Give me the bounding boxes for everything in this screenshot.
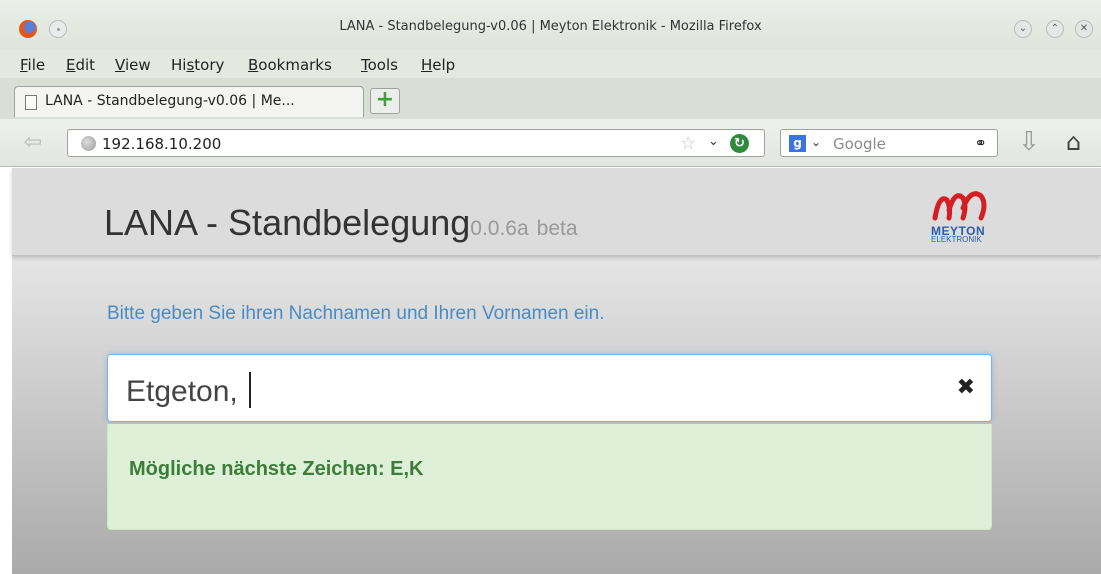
url-text[interactable]: 192.168.10.200 — [102, 135, 221, 153]
menu-edit[interactable]: Edit — [66, 56, 95, 74]
beta-label: beta — [536, 217, 578, 240]
url-dropdown-icon[interactable]: ⌄ — [708, 134, 719, 149]
text-caret — [249, 372, 252, 408]
home-icon[interactable]: ⌂ — [1066, 127, 1081, 157]
page-content: LANA - Standbelegung0.0.6a beta MEYTON EL… — [12, 168, 1101, 574]
download-icon[interactable]: ⇩ — [1018, 127, 1040, 157]
tab-lana[interactable]: LANA - Standbelegung-v0.06 | Me... — [14, 86, 364, 117]
close-icon[interactable]: ✕ — [1075, 20, 1093, 38]
minimize-icon[interactable]: ⌄ — [1014, 20, 1032, 38]
page-icon — [25, 95, 37, 110]
search-placeholder[interactable]: Google — [833, 135, 886, 153]
window-title: LANA - Standbelegung-v0.06 | Meyton Elek… — [339, 19, 762, 34]
tab-label: LANA - Standbelegung-v0.06 | Me... — [45, 93, 295, 109]
binoculars-icon[interactable]: ⚭ — [974, 134, 987, 152]
bookmark-star-icon[interactable]: ☆ — [680, 133, 696, 154]
name-prompt: Bitte geben Sie ihren Nachnamen und Ihre… — [107, 303, 605, 324]
window-titlebar: LANA - Standbelegung-v0.06 | Meyton Elek… — [0, 0, 1101, 50]
meyton-logo: MEYTON ELEKTRONIK — [929, 184, 999, 246]
tab-strip: LANA - Standbelegung-v0.06 | Me... + — [0, 78, 1101, 119]
maximize-icon[interactable]: ⌃ — [1046, 20, 1064, 38]
name-input[interactable]: Etgeton, ✖ — [107, 354, 992, 422]
meyton-m-icon — [932, 191, 987, 221]
menu-help[interactable]: Help — [421, 56, 455, 74]
next-chars-hint: Mögliche nächste Zeichen: E,K — [107, 424, 992, 530]
reload-icon[interactable]: ↻ — [730, 134, 749, 153]
hint-text: Mögliche nächste Zeichen: E,K — [129, 458, 424, 480]
page-header: LANA - Standbelegung0.0.6a beta MEYTON EL… — [12, 168, 1101, 256]
menu-history[interactable]: History — [171, 56, 224, 74]
logo-subname: ELEKTRONIK — [931, 235, 982, 244]
globe-icon — [81, 136, 96, 151]
google-icon[interactable]: g — [789, 135, 806, 152]
menu-bookmarks[interactable]: Bookmarks — [248, 56, 332, 74]
brand-title[interactable]: LANA - Standbelegung0.0.6a beta — [104, 202, 578, 244]
back-arrow-icon[interactable]: ⇦ — [18, 131, 48, 155]
new-tab-button[interactable]: + — [370, 88, 400, 114]
menu-view[interactable]: View — [115, 56, 151, 74]
name-input-value[interactable]: Etgeton, — [126, 375, 246, 408]
navigation-bar: ⇦ 192.168.10.200 ☆ ⌄ ↻ g ⌄ Google ⚭ ⇩ ⌂ — [0, 119, 1101, 167]
search-bar[interactable]: g ⌄ Google ⚭ — [780, 129, 998, 157]
brand-name: LANA - Standbelegung — [104, 202, 471, 243]
version-label: 0.0.6a — [470, 217, 529, 240]
menu-file[interactable]: File — [20, 56, 45, 74]
search-engine-dropdown-icon[interactable]: ⌄ — [811, 135, 821, 149]
url-bar[interactable]: 192.168.10.200 ☆ ⌄ ↻ — [67, 129, 765, 157]
clear-icon[interactable]: ✖ — [957, 375, 975, 400]
menu-tools[interactable]: Tools — [361, 56, 398, 74]
menu-bar: File Edit View History Bookmarks Tools H… — [0, 50, 1101, 78]
